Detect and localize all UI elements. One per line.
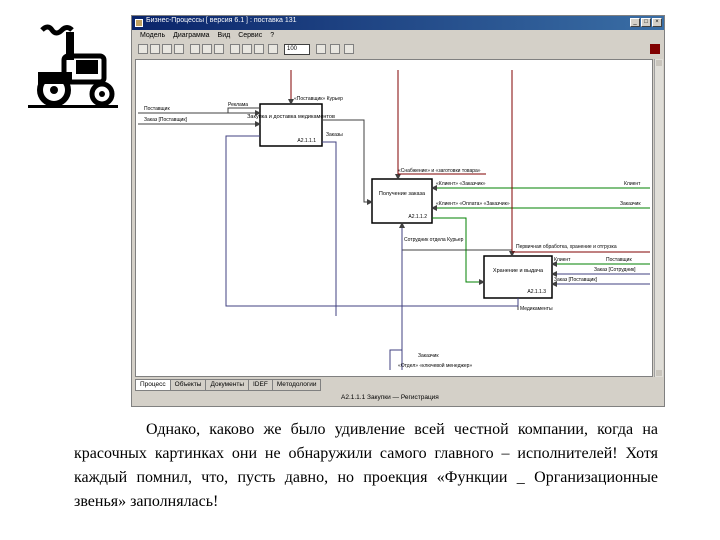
- save-icon[interactable]: [162, 44, 172, 54]
- function-box-2-number: А2.1.1.2: [408, 214, 427, 220]
- arrow-right-in1-label: Клиент: [624, 181, 641, 187]
- arrow-box2-out-label: Сотрудник отдела Курьер: [404, 237, 464, 243]
- menu-help[interactable]: ?: [270, 30, 274, 42]
- menu-model[interactable]: Модель: [140, 30, 165, 42]
- box-tool-icon[interactable]: [242, 44, 252, 54]
- function-box-2-name: Получение заказа: [379, 191, 426, 197]
- window-title: Бизнес-Процессы [ версия 6.1 ] : поставк…: [146, 17, 297, 24]
- scroll-up-icon[interactable]: [656, 60, 662, 66]
- arrow-top2-label: «Снабжение» и «заготовки товара»: [398, 168, 481, 174]
- tab-strip: Процесс Объекты Документы IDEF Методолог…: [135, 379, 322, 391]
- arrow-tool-icon[interactable]: [254, 44, 264, 54]
- app-icon: [135, 19, 143, 27]
- arrow-left-in1-label: Поставщик: [144, 106, 170, 112]
- zoom-select[interactable]: 100: [284, 44, 310, 55]
- print-icon[interactable]: [174, 44, 184, 54]
- status-bar: А2.1.1.1 Закупки — Регистрация: [135, 393, 663, 405]
- arrow-box1-out-label: Заказы: [326, 132, 343, 138]
- arrow-bottom2-label: «Отдел» «ключевой менеджер»: [398, 362, 472, 369]
- close-button[interactable]: ×: [652, 18, 662, 27]
- tab-idef[interactable]: IDEF: [248, 379, 273, 391]
- menu-diagram[interactable]: Диаграмма: [173, 30, 209, 42]
- tractor-logo-icon: [28, 24, 118, 108]
- arrow-box3-in1-label: Клиент: [554, 257, 571, 263]
- arrow-left-in2-label: Заказ [Поставщик]: [144, 117, 188, 123]
- function-box-3-number: А2.1.1.3: [527, 289, 546, 295]
- idef0-diagram: Закупка и доставка медикаментов А2.1.1.1…: [138, 70, 650, 370]
- window-controls: _ □ ×: [630, 18, 662, 27]
- tab-documents[interactable]: Документы: [205, 379, 249, 391]
- function-box-1-number: А2.1.1.1: [297, 138, 316, 144]
- arrow-bottom1-label: Заказчик: [418, 353, 439, 359]
- menu-view[interactable]: Вид: [218, 30, 231, 42]
- paste-icon[interactable]: [214, 44, 224, 54]
- menu-bar: Модель Диаграмма Вид Сервис ?: [132, 30, 664, 42]
- arrow-box2-in1-label: «Клиент» «Заказчик»: [436, 181, 486, 187]
- new-icon[interactable]: [138, 44, 148, 54]
- undo-icon[interactable]: [330, 44, 340, 54]
- arrow-reklama-label: Реклама: [228, 102, 248, 108]
- caption-paragraph: Однако, каково же было удивление всей че…: [74, 418, 658, 514]
- menu-tools[interactable]: Сервис: [238, 30, 262, 42]
- arrow-box3-out-label: Медикаменты: [520, 306, 553, 312]
- app-window: Бизнес-Процессы [ версия 6.1 ] : поставк…: [131, 15, 665, 407]
- arrow-reklama[interactable]: [227, 107, 260, 113]
- copy-icon[interactable]: [202, 44, 212, 54]
- toolbar: 100: [134, 43, 662, 57]
- properties-icon[interactable]: [344, 44, 354, 54]
- arrow-right-in4-label: Заказ [Сотрудник]: [594, 267, 636, 273]
- tab-process[interactable]: Процесс: [135, 379, 171, 391]
- zoom-icon[interactable]: [268, 44, 278, 54]
- exit-icon[interactable]: [650, 44, 660, 54]
- scroll-down-icon[interactable]: [656, 370, 662, 376]
- pointer-icon[interactable]: [230, 44, 240, 54]
- arrow-right-in2-label: Заказчик: [620, 201, 641, 207]
- text-tool-icon[interactable]: [316, 44, 326, 54]
- function-box-3-name: Хранение и выдача: [493, 268, 544, 274]
- arrow-box3-in4-label: Заказ [Поставщик]: [554, 277, 598, 283]
- title-bar: Бизнес-Процессы [ версия 6.1 ] : поставк…: [132, 16, 664, 30]
- arrow-right-in3-label: Поставщик: [606, 257, 632, 263]
- arrow-top3-label: Первичная обработка, хранение и отгрузка: [516, 244, 617, 250]
- caption-text: Однако, каково же было удивление всей че…: [74, 421, 658, 510]
- status-text: А2.1.1.1 Закупки — Регистрация: [341, 394, 439, 401]
- maximize-button[interactable]: □: [641, 18, 651, 27]
- function-box-1-name: Закупка и доставка медикаментов: [247, 114, 335, 120]
- diagram-canvas[interactable]: Закупка и доставка медикаментов А2.1.1.1…: [135, 59, 653, 377]
- tab-objects[interactable]: Объекты: [169, 379, 207, 391]
- minimize-button[interactable]: _: [630, 18, 640, 27]
- open-icon[interactable]: [150, 44, 160, 54]
- arrow-box2-in2-label: «Клиент» «Оплата» «Заказчик»: [436, 201, 510, 207]
- tab-methodologies[interactable]: Методологии: [271, 379, 322, 391]
- cut-icon[interactable]: [190, 44, 200, 54]
- vertical-scrollbar[interactable]: [654, 59, 663, 377]
- arrow-box1-down[interactable]: [322, 141, 337, 316]
- arrow-top1-label: «Поставщик» Курьер: [294, 96, 343, 102]
